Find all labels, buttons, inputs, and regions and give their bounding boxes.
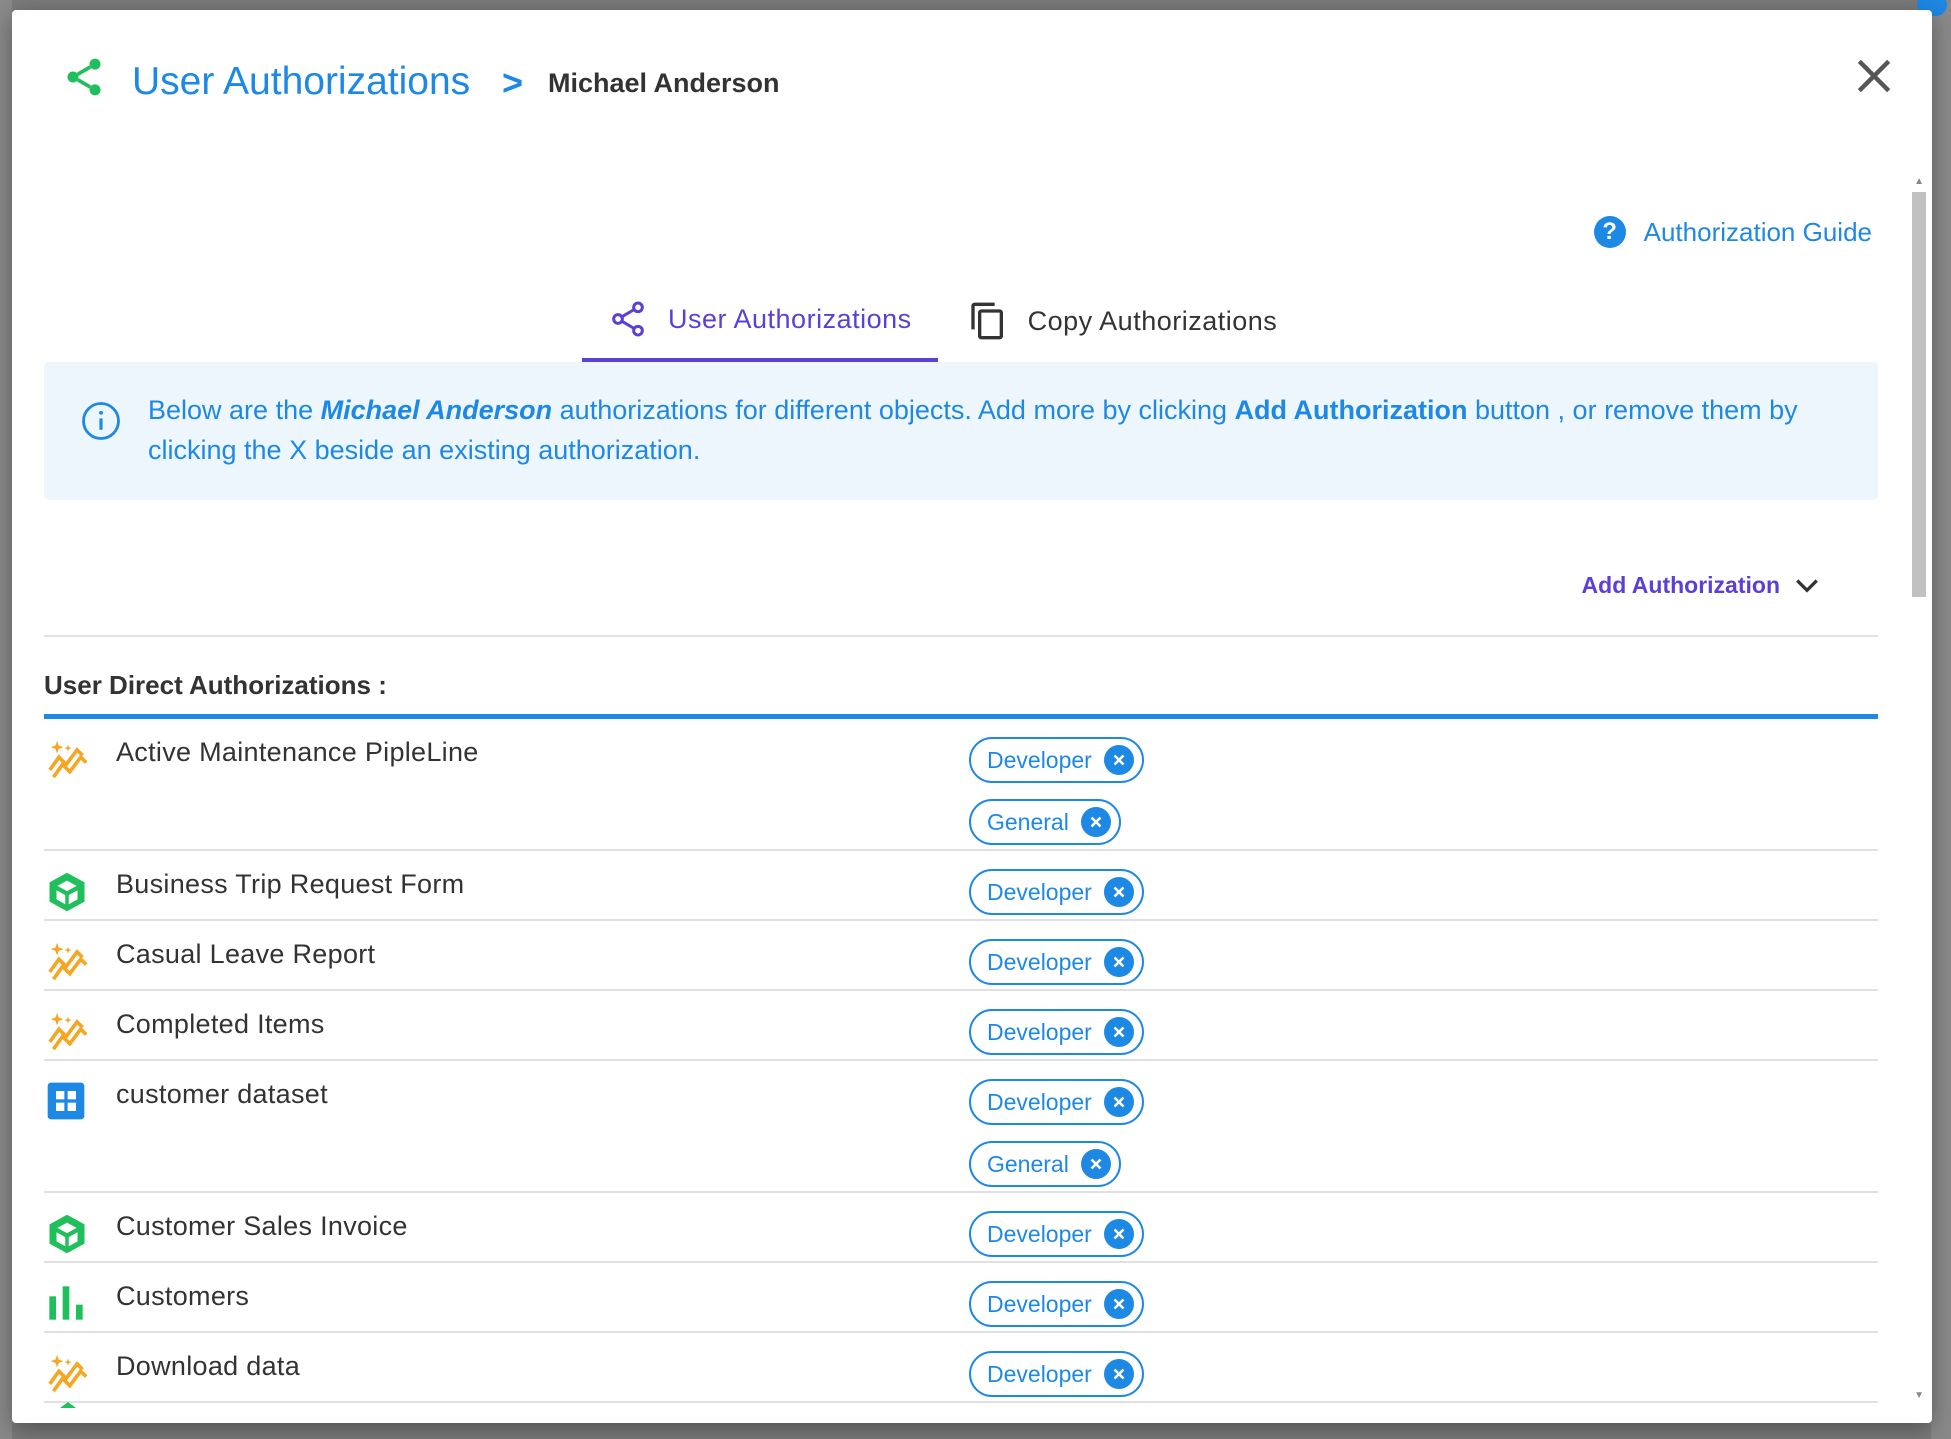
authorization-row: Business Trip Request Form Developer	[44, 851, 1878, 921]
scrollbar-thumb[interactable]	[1912, 192, 1926, 597]
bar-chart-icon	[46, 1283, 90, 1323]
chevron-down-icon	[1796, 578, 1818, 593]
copy-icon	[970, 302, 1003, 340]
remove-role-icon[interactable]	[1103, 745, 1134, 775]
role-chip-label: Developer	[987, 746, 1092, 773]
role-chip-label: Developer	[987, 1360, 1092, 1387]
form-cube-icon	[46, 1213, 90, 1254]
dialog-header: User Authorizations > Michael Anderson	[12, 10, 1932, 140]
authorization-row: Casual Leave Report Developer	[44, 921, 1878, 991]
remove-role-icon[interactable]	[1080, 1149, 1111, 1179]
info-button-ref: Add Authorization	[1234, 395, 1468, 425]
scroll-up-icon[interactable]: ▲	[1914, 176, 1924, 187]
remove-role-icon[interactable]	[1103, 1359, 1134, 1389]
role-chip-label: General	[987, 1150, 1069, 1177]
remove-role-icon[interactable]	[1103, 947, 1134, 977]
authorization-list: Active Maintenance PipleLine Developer Gen…	[44, 719, 1878, 1403]
role-chip-label: General	[987, 808, 1069, 835]
pipeline-sparkle-icon	[46, 1011, 90, 1051]
remove-role-icon[interactable]	[1103, 1219, 1134, 1249]
partial-row	[60, 1402, 76, 1408]
dialog-title[interactable]: User Authorizations	[132, 60, 470, 104]
pipeline-sparkle-icon	[46, 941, 90, 981]
scroll-down-icon[interactable]: ▼	[1914, 1390, 1924, 1401]
authorization-row: Customer Sales Invoice Developer	[44, 1193, 1878, 1263]
form-cube-icon	[46, 871, 90, 912]
remove-role-icon[interactable]	[1103, 1289, 1134, 1319]
authorization-row: Customers Developer	[44, 1263, 1878, 1333]
authorization-row: Active Maintenance PipleLine Developer Gen…	[44, 719, 1878, 851]
close-icon[interactable]	[1852, 54, 1896, 98]
authorization-object-name: Business Trip Request Form	[116, 869, 465, 899]
background-page-right	[1931, 0, 1951, 1439]
role-chip-label: Developer	[987, 1088, 1092, 1115]
info-text-part2: authorizations for different objects. Ad…	[552, 395, 1235, 425]
authorization-guide-link[interactable]: ? Authorization Guide	[1593, 216, 1872, 248]
role-chip-list: Developer	[969, 1193, 1878, 1261]
tab-bar: User Authorizations Copy Authorizations	[582, 280, 1303, 362]
role-chip: Developer	[969, 1079, 1144, 1125]
remove-role-icon[interactable]	[1103, 877, 1134, 907]
role-chip-label: Developer	[987, 948, 1092, 975]
authorization-row: Completed Items Developer	[44, 991, 1878, 1061]
authorization-object-name: Casual Leave Report	[116, 939, 376, 969]
authorization-guide-label: Authorization Guide	[1643, 216, 1872, 247]
role-chip: Developer	[969, 1009, 1144, 1055]
breadcrumb-separator: >	[502, 62, 524, 103]
info-user-name: Michael Anderson	[320, 395, 553, 425]
pipeline-sparkle-icon	[46, 1353, 90, 1393]
pipeline-sparkle-icon	[46, 739, 90, 779]
authorization-row: Download data Developer	[44, 1333, 1878, 1403]
authorization-object-name: customer dataset	[116, 1079, 328, 1109]
share-icon	[67, 58, 101, 96]
add-authorization-label: Add Authorization	[1581, 572, 1780, 598]
authorization-row: customer dataset Developer General	[44, 1061, 1878, 1193]
role-chip-list: Developer	[969, 991, 1878, 1059]
role-chip-list: Developer General	[969, 719, 1878, 849]
role-chip: General	[969, 1141, 1121, 1187]
add-authorization-button[interactable]: Add Authorization	[1582, 572, 1820, 599]
info-banner: Below are the Michael Anderson authoriza…	[44, 362, 1878, 500]
role-chip-label: Developer	[987, 1018, 1092, 1045]
authorization-object-name: Download data	[116, 1351, 301, 1381]
remove-role-icon[interactable]	[1103, 1017, 1134, 1047]
authorization-object-name: Completed Items	[116, 1009, 325, 1039]
tab-copy-authorizations[interactable]: Copy Authorizations	[938, 280, 1304, 362]
role-chip-label: Developer	[987, 1220, 1092, 1247]
role-chip-label: Developer	[987, 878, 1092, 905]
role-chip: Developer	[969, 1351, 1144, 1397]
role-chip: Developer	[969, 1211, 1144, 1257]
role-chip: Developer	[969, 869, 1144, 915]
role-chip: Developer	[969, 1281, 1144, 1327]
role-chip-list: Developer	[969, 1263, 1878, 1331]
user-authorizations-dialog: User Authorizations > Michael Anderson ▲…	[12, 10, 1932, 1423]
role-chip: Developer	[969, 939, 1144, 985]
role-chip: General	[969, 799, 1121, 845]
background-page	[0, 0, 12, 1439]
info-icon	[82, 402, 120, 440]
authorization-object-name: Active Maintenance PipleLine	[116, 737, 479, 767]
tab-copy-authorizations-label: Copy Authorizations	[1027, 305, 1278, 336]
breadcrumb-user-name: Michael Anderson	[548, 68, 780, 98]
authorization-object-name: Customer Sales Invoice	[116, 1211, 408, 1241]
role-chip-list: Developer	[969, 1333, 1878, 1401]
remove-role-icon[interactable]	[1103, 1087, 1134, 1117]
share-icon	[612, 301, 644, 337]
help-circle-icon: ?	[1593, 216, 1626, 248]
role-chip-list: Developer	[969, 921, 1878, 989]
info-text-part1: Below are the	[148, 395, 321, 425]
section-title: User Direct Authorizations :	[44, 670, 387, 700]
authorization-object-name: Customers	[116, 1281, 250, 1311]
role-chip-list: Developer	[969, 851, 1878, 919]
tab-user-authorizations-label: User Authorizations	[668, 303, 912, 334]
dataset-grid-icon	[46, 1081, 90, 1121]
divider	[44, 635, 1878, 637]
role-chip: Developer	[969, 737, 1144, 783]
remove-role-icon[interactable]	[1080, 807, 1111, 837]
role-chip-label: Developer	[987, 1290, 1092, 1317]
tab-user-authorizations[interactable]: User Authorizations	[582, 280, 938, 362]
role-chip-list: Developer General	[969, 1061, 1878, 1191]
